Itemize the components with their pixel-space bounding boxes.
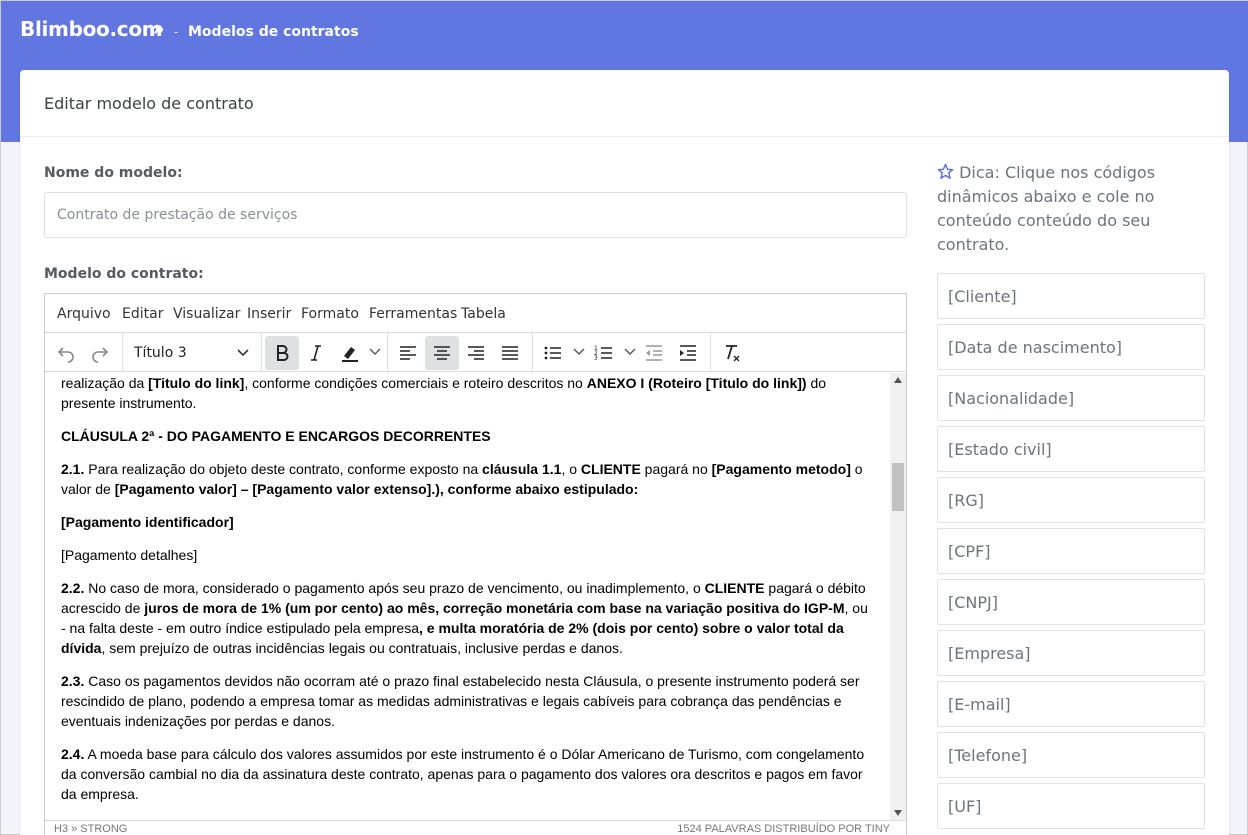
- editor-content[interactable]: realização da [Titulo do link], conforme…: [45, 373, 890, 820]
- scroll-down-arrow-icon[interactable]: [894, 810, 902, 816]
- editor-toolbar: Título 3 123: [45, 333, 906, 372]
- word-count: 1524 PALAVRAS DISTRIBUÍDO POR TINY: [677, 823, 890, 835]
- code-uf[interactable]: [UF]: [937, 783, 1205, 829]
- clause-heading: CLÁUSULA 2ª - DO PAGAMENTO E ENCARGOS DE…: [61, 428, 491, 444]
- breadcrumb-dash: -: [174, 24, 179, 39]
- dynamic-codes-list: [Cliente] [Data de nascimento] [Nacional…: [937, 273, 1205, 834]
- clear-formatting-icon[interactable]: [715, 336, 749, 370]
- paragraph: [Pagamento detalhes]: [61, 547, 198, 563]
- block-format-value: Título 3: [134, 344, 187, 361]
- editor-scrollbar[interactable]: [890, 373, 906, 820]
- paragraph: 2.3. Caso os pagamentos devidos não ocor…: [61, 673, 860, 729]
- code-empresa[interactable]: [Empresa]: [937, 630, 1205, 676]
- chevron-down-icon[interactable]: [369, 348, 381, 356]
- toolbar-divider: [261, 333, 262, 372]
- menu-inserir[interactable]: Inserir: [247, 306, 291, 322]
- toolbar-divider: [122, 333, 123, 372]
- code-nacionalidade[interactable]: [Nacionalidade]: [937, 375, 1205, 421]
- breadcrumb-separator: »: [153, 18, 165, 40]
- align-left-icon[interactable]: [391, 336, 425, 370]
- code-telefone[interactable]: [Telefone]: [937, 732, 1205, 778]
- code-cpf[interactable]: [CPF]: [937, 528, 1205, 574]
- rich-text-editor: Arquivo Editar Visualizar Inserir Format…: [44, 293, 907, 835]
- chevron-down-icon: [237, 349, 249, 357]
- name-input[interactable]: Contrato de prestação de serviços: [44, 192, 907, 238]
- redo-icon[interactable]: [83, 336, 117, 370]
- code-estado-civil[interactable]: [Estado civil]: [937, 426, 1205, 472]
- editor-statusbar: H3 » STRONG 1524 PALAVRAS DISTRIBUÍDO PO…: [45, 820, 906, 835]
- outdent-icon[interactable]: [637, 336, 671, 370]
- model-label: Modelo do contrato:: [44, 266, 204, 282]
- name-input-value: Contrato de prestação de serviços: [57, 207, 298, 223]
- indent-icon[interactable]: [671, 336, 705, 370]
- menu-visualizar[interactable]: Visualizar: [173, 306, 240, 322]
- numbered-list-icon[interactable]: 123: [587, 336, 621, 370]
- paragraph: 2.2. No caso de mora, considerado o paga…: [61, 580, 868, 656]
- code-cliente[interactable]: [Cliente]: [937, 273, 1205, 319]
- italic-icon[interactable]: [299, 336, 333, 370]
- page-title: Editar modelo de contrato: [44, 94, 254, 113]
- menu-ferramentas[interactable]: Ferramentas: [369, 306, 457, 322]
- chevron-down-icon[interactable]: [573, 348, 585, 356]
- editor-menubar: Arquivo Editar Visualizar Inserir Format…: [45, 294, 906, 333]
- breadcrumb-current[interactable]: Modelos de contratos: [188, 24, 359, 40]
- block-format-select[interactable]: Título 3: [125, 336, 257, 369]
- chevron-down-icon[interactable]: [624, 348, 636, 356]
- paragraph: realização da [Titulo do link], conforme…: [61, 375, 827, 411]
- menu-tabela[interactable]: Tabela: [461, 306, 506, 322]
- code-email[interactable]: [E-mail]: [937, 681, 1205, 727]
- menu-formato[interactable]: Formato: [301, 306, 359, 322]
- scrollbar-thumb[interactable]: [892, 463, 904, 511]
- code-cnpj[interactable]: [CNPJ]: [937, 579, 1205, 625]
- align-center-icon[interactable]: [425, 336, 459, 370]
- paragraph: 2.4. A moeda base para cálculo dos valor…: [61, 746, 865, 802]
- undo-icon[interactable]: [49, 336, 83, 370]
- element-path[interactable]: H3 » STRONG: [54, 823, 127, 835]
- align-justify-icon[interactable]: [493, 336, 527, 370]
- star-icon: [937, 163, 954, 179]
- bullet-list-icon[interactable]: [536, 336, 570, 370]
- code-data-nascimento[interactable]: [Data de nascimento]: [937, 324, 1205, 370]
- highlight-color-icon[interactable]: [333, 336, 367, 370]
- menu-editar[interactable]: Editar: [122, 306, 163, 322]
- name-label: Nome do modelo:: [44, 165, 183, 181]
- code-rg[interactable]: [RG]: [937, 477, 1205, 523]
- bold-icon[interactable]: [265, 336, 299, 370]
- menu-arquivo[interactable]: Arquivo: [57, 306, 111, 322]
- paragraph: 2.1. Para realização do objeto deste con…: [61, 461, 863, 497]
- align-right-icon[interactable]: [459, 336, 493, 370]
- tip-text: Dica: Clique nos códigos dinâmicos abaix…: [937, 161, 1177, 257]
- scroll-up-arrow-icon[interactable]: [894, 377, 902, 383]
- svg-text:3: 3: [594, 355, 598, 362]
- toolbar-divider: [387, 333, 388, 372]
- toolbar-divider: [710, 333, 711, 372]
- brand-logo[interactable]: Blimboo.com: [20, 17, 163, 41]
- toolbar-divider: [532, 333, 533, 372]
- paragraph: [Pagamento identificador]: [61, 514, 234, 530]
- tip-label: Dica: Clique nos códigos dinâmicos abaix…: [937, 163, 1156, 254]
- card-header: Editar modelo de contrato: [20, 70, 1229, 137]
